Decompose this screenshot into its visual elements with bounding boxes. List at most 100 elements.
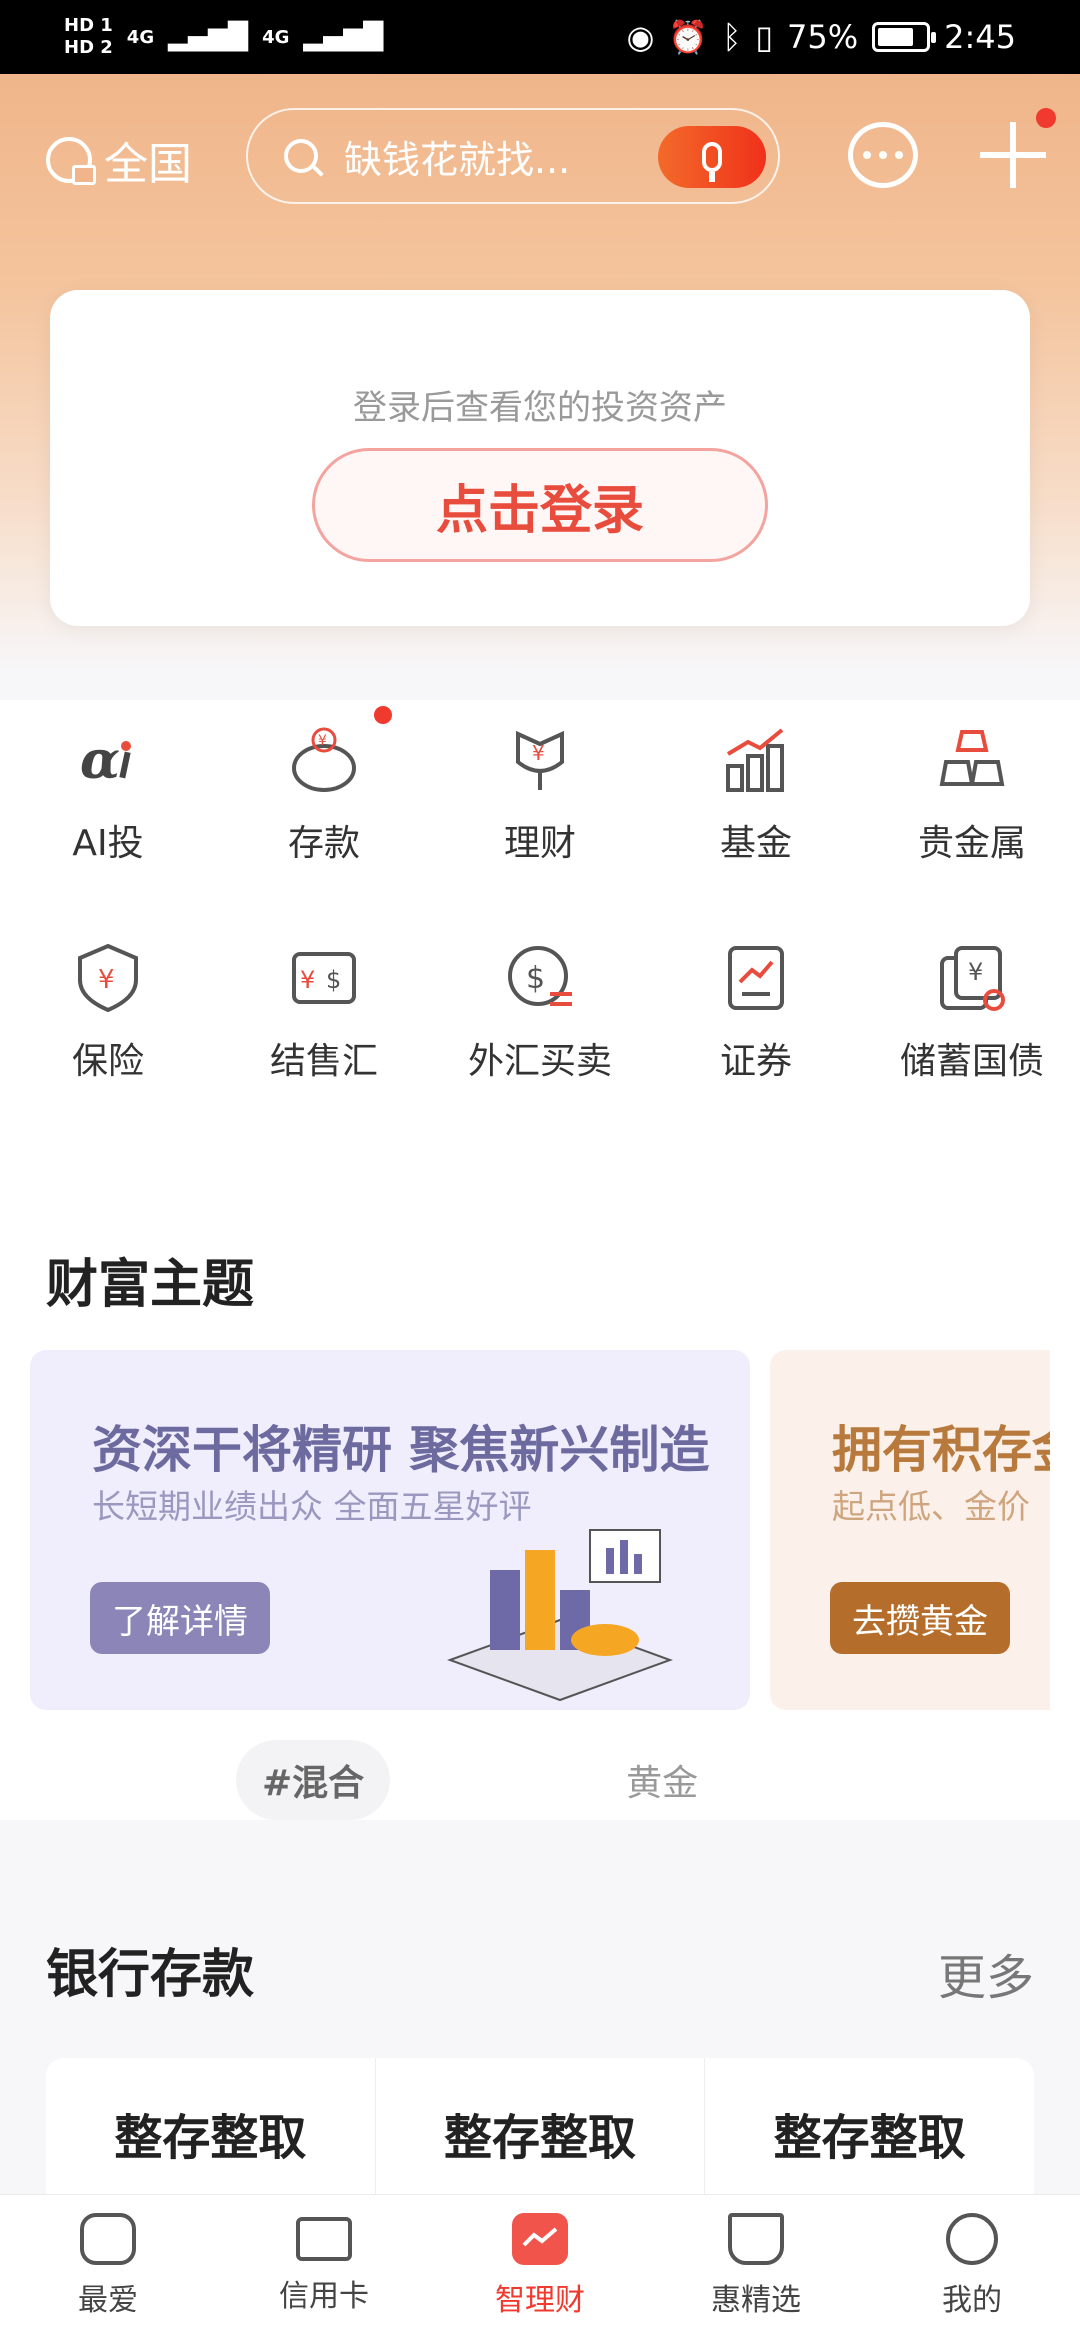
credit-card-icon [296, 2217, 352, 2261]
nav-wealth[interactable]: 智理财 [432, 2195, 648, 2340]
mic-icon [702, 142, 722, 182]
location-selector[interactable]: 全国 [46, 128, 192, 192]
grid-item-metals[interactable]: 贵金属 [864, 724, 1080, 866]
grid-label: 贵金属 [917, 823, 1026, 864]
nav-favorite[interactable]: 最爱 [0, 2195, 216, 2340]
save-gold-button[interactable]: 去攒黄金 [830, 1582, 1010, 1654]
wealth-theme-title: 财富主题 [46, 1255, 255, 1315]
theme-card-title: 拥有积存金 [832, 1421, 1050, 1479]
nav-label: 信用卡 [279, 2279, 369, 2314]
signal-bars-icon-2: ▂▄▆█ [303, 22, 384, 52]
nav-label: 我的 [942, 2283, 1002, 2318]
battery-fill [878, 28, 913, 46]
status-bar: HD 1 HD 2 4G ▂▄▆█ 4G ▂▄▆█ ◉ ⏰ ᛒ ▯ 75% 2:… [0, 0, 1080, 74]
grid-item-insurance[interactable]: ¥ 保险 [0, 942, 216, 1084]
signal-bars-icon: ▂▄▆█ [168, 22, 249, 52]
search-icon [284, 139, 318, 173]
notification-dot [1036, 108, 1056, 128]
grid-item-fund[interactable]: 基金 [648, 724, 864, 866]
grid-item-forex[interactable]: $ 外汇买卖 [432, 942, 648, 1084]
svg-text:α: α [80, 730, 120, 791]
nav-profile[interactable]: 我的 [864, 2195, 1080, 2340]
bluetooth-icon: ᛒ [722, 18, 742, 56]
theme-card-title: 资深干将精研 聚焦新兴制造 [92, 1421, 710, 1479]
location-icon [46, 137, 96, 185]
gold-bars-icon [936, 724, 1008, 796]
grid-item-bonds[interactable]: ¥ 储蓄国债 [864, 942, 1080, 1084]
grid-item-exchange[interactable]: ¥ $ 结售汇 [216, 942, 432, 1084]
grid-item-ai[interactable]: α AI投 [0, 724, 216, 866]
bottom-nav: 最爱 信用卡 智理财 惠精选 我的 [0, 2194, 1080, 2340]
profile-icon [946, 2213, 998, 2265]
grid-label: 证券 [719, 1041, 792, 1082]
more-link[interactable]: 更多 [938, 1938, 1034, 2008]
login-card: 登录后查看您的投资资产 点击登录 [50, 290, 1030, 626]
nav-label: 智理财 [495, 2283, 585, 2318]
battery-icon [872, 22, 937, 52]
battery-percent: 75% [787, 18, 859, 56]
dollar-icon: $ [504, 942, 576, 1014]
eye-icon: ◉ [626, 18, 655, 56]
login-hint: 登录后查看您的投资资产 [353, 388, 727, 428]
hd-indicators: HD 1 HD 2 [64, 15, 113, 59]
bank-deposit-title: 银行存款 [46, 1945, 255, 2005]
ai-icon: α [72, 724, 144, 796]
bar-chart-icon [720, 724, 792, 796]
grid-label: 结售汇 [269, 1041, 378, 1082]
hd1-label: HD 1 [64, 15, 113, 36]
grid-item-securities[interactable]: 证券 [648, 942, 864, 1084]
svg-text:$: $ [326, 966, 341, 994]
search-placeholder: 缺钱花就找... [344, 137, 571, 182]
stock-icon [720, 942, 792, 1014]
svg-text:¥: ¥ [300, 966, 315, 994]
theme-tags: #混合 黄金 [30, 1730, 1050, 1830]
grid-item-wealth[interactable]: ¥ 理财 [432, 724, 648, 866]
deposit-badge-dot [374, 706, 392, 724]
vibrate-icon: ▯ [755, 18, 774, 56]
signal2-label: 4G [262, 26, 290, 48]
grid-label: 保险 [71, 1041, 144, 1082]
svg-text:¥: ¥ [318, 733, 327, 749]
flower-yuan-icon: ¥ [504, 724, 576, 796]
grid-label: 储蓄国债 [899, 1041, 1044, 1082]
svg-text:¥: ¥ [968, 958, 983, 986]
voice-search-button[interactable] [658, 126, 766, 188]
theme-card-gold[interactable]: 拥有积存金 起点低、金价 去攒黄金 [770, 1350, 1050, 1710]
tag-mixed[interactable]: #混合 [236, 1740, 391, 1820]
tag-gold[interactable]: 黄金 [600, 1740, 724, 1820]
alarm-icon: ⏰ [668, 18, 709, 56]
exchange-icon: ¥ $ [288, 942, 360, 1014]
signal-indicators: HD 1 HD 2 4G ▂▄▆█ 4G ▂▄▆█ [64, 15, 383, 59]
plus-icon[interactable] [980, 122, 1046, 188]
nav-label: 最爱 [78, 2283, 138, 2318]
nav-credit-card[interactable]: 信用卡 [216, 2195, 432, 2340]
svg-text:¥: ¥ [532, 741, 545, 765]
signal1-label: 4G [126, 26, 155, 48]
svg-text:¥: ¥ [98, 965, 115, 995]
hd2-label: HD 2 [64, 37, 113, 58]
wealth-icon [512, 2213, 568, 2265]
bond-icon: ¥ [936, 942, 1008, 1014]
cup-icon [728, 2213, 784, 2265]
grid-label: AI投 [72, 823, 144, 864]
learn-more-button[interactable]: 了解详情 [90, 1582, 270, 1654]
grid-label: 外汇买卖 [467, 1041, 612, 1082]
location-label: 全国 [104, 139, 192, 190]
grid-label: 存款 [287, 823, 360, 864]
theme-card-manufacturing[interactable]: 资深干将精研 聚焦新兴制造 长短期业绩出众 全面五星好评 了解详情 [30, 1350, 750, 1710]
grid-label: 基金 [719, 823, 792, 864]
piggy-bank-icon: ¥ [288, 724, 360, 796]
favorite-icon [80, 2213, 136, 2265]
login-button[interactable]: 点击登录 [312, 448, 768, 562]
theme-card-subtitle: 起点低、金价 [832, 1487, 1030, 1526]
svg-text:$: $ [526, 961, 545, 996]
nav-label: 惠精选 [711, 2283, 801, 2318]
clock: 2:45 [944, 18, 1016, 56]
message-icon[interactable] [848, 122, 918, 188]
shield-icon: ¥ [72, 942, 144, 1014]
grid-label: 理财 [503, 823, 576, 864]
nav-selection[interactable]: 惠精选 [648, 2195, 864, 2340]
search-bar[interactable]: 缺钱花就找... [246, 108, 780, 204]
investment-illustration [447, 1529, 673, 1702]
grid-item-deposit[interactable]: ¥ 存款 [216, 724, 432, 866]
